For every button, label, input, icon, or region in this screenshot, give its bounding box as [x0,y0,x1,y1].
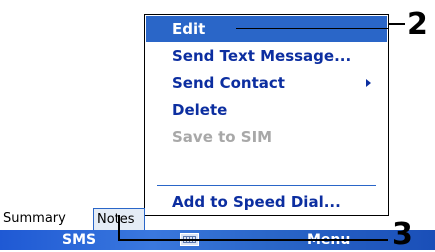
callout-line-2 [236,28,389,29]
menu-separator [157,185,376,186]
callout-leader-2 [389,23,405,25]
callout-line-3 [118,239,388,241]
submenu-arrow-icon [366,79,371,87]
callout-number-2: 2 [407,7,428,42]
menu-item-delete[interactable]: Delete [146,97,387,123]
tab-summary[interactable]: Summary [1,208,93,230]
menu-item-edit[interactable]: Edit [146,16,387,42]
menu-item-add-to-speed-dial[interactable]: Add to Speed Dial... [146,189,387,215]
menu-item-send-contact[interactable]: Send Contact [146,70,387,96]
menu-item-send-text-message[interactable]: Send Text Message... [146,43,387,69]
sms-softkey[interactable]: SMS [62,230,96,250]
context-menu: Edit Send Text Message... Send Contact D… [144,14,389,216]
callout-number-3: 3 [392,217,413,252]
menu-item-save-to-sim: Save to SIM [172,128,273,146]
menu-item-send-contact-label: Send Contact [172,74,285,92]
callout-vertical-3 [118,215,120,240]
